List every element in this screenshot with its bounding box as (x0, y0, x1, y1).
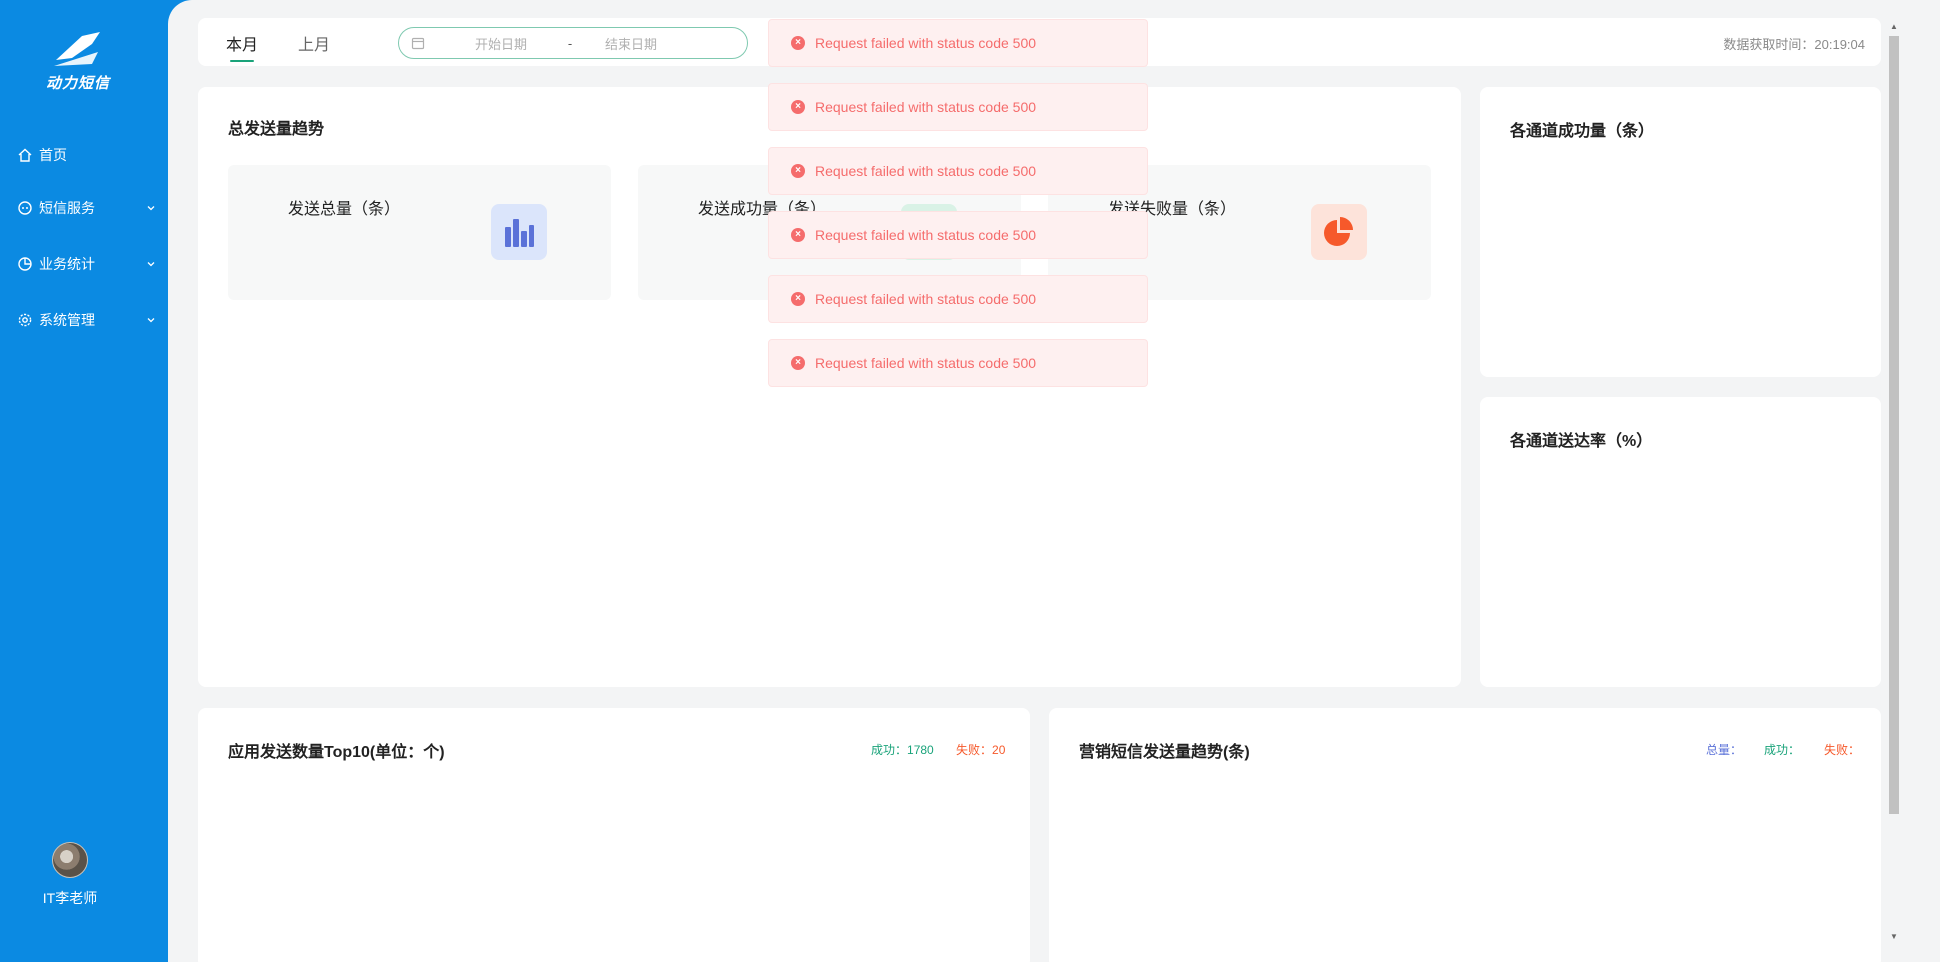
chevron-down-icon (147, 318, 155, 323)
legend-success: 成功：1780 (871, 741, 934, 758)
sidebar-item-label: 短信服务 (39, 200, 95, 216)
sidebar-nav: 首页 短信服务 业务统计 系统管理 (0, 140, 168, 348)
avatar[interactable] (52, 842, 88, 878)
error-icon: × (791, 292, 805, 306)
sidebar: 动力短信 首页 短信服务 业务统计 系统管理 IT李老师 (0, 0, 168, 962)
main-content: 本月 上月 开始日期 - 结束日期 数据获取时间：20:19:04 总发送量趋势… (168, 0, 1940, 962)
error-toast: × Request failed with status code 500 (768, 83, 1148, 131)
scroll-up-arrow-icon[interactable]: ▲ (1889, 22, 1899, 32)
send-trend-title: 总发送量趋势 (228, 121, 325, 138)
pie-chart-icon (17, 256, 33, 272)
error-icon: × (791, 356, 805, 370)
sidebar-item-sms-service[interactable]: 短信服务 (0, 180, 168, 236)
user-profile[interactable]: IT李老师 (0, 842, 140, 908)
error-icon: × (791, 164, 805, 178)
logo-text: 动力短信 (45, 75, 110, 92)
tab-this-month[interactable]: 本月 (226, 31, 258, 62)
sidebar-item-system[interactable]: 系统管理 (0, 292, 168, 348)
toast-message: Request failed with status code 500 (815, 291, 1037, 307)
logo-plane-icon (54, 32, 100, 66)
scrollbar-thumb[interactable] (1889, 36, 1899, 814)
error-toast: × Request failed with status code 500 (768, 275, 1148, 323)
channel-rate-title: 各通道送达率（%） (1510, 433, 1653, 450)
home-icon (17, 147, 33, 163)
toast-message: Request failed with status code 500 (815, 163, 1037, 179)
error-toast: × Request failed with status code 500 (768, 339, 1148, 387)
chevron-down-icon (147, 262, 155, 267)
toast-message: Request failed with status code 500 (815, 355, 1037, 371)
legend-fail: 失败： (1824, 743, 1861, 757)
legend-fail-value: 20 (992, 743, 1006, 757)
date-separator: - (567, 35, 573, 51)
error-icon: × (791, 100, 805, 114)
gear-icon (17, 312, 33, 328)
calendar-icon (411, 37, 425, 50)
channel-success-card: 各通道成功量（条） (1480, 87, 1881, 377)
sidebar-item-label: 业务统计 (39, 256, 95, 272)
legend-total: 总量： (1706, 743, 1743, 757)
top10-title: 应用发送数量Top10(单位：个) (228, 744, 445, 761)
toast-message: Request failed with status code 500 (815, 227, 1037, 243)
legend-success: 成功： (1764, 743, 1801, 757)
pie-chart-icon (1311, 204, 1367, 260)
top10-card: 应用发送数量Top10(单位：个) 成功：1780 失败：20 (198, 708, 1030, 962)
stat-total: 发送总量（条） (228, 165, 611, 300)
sidebar-item-statistics[interactable]: 业务统计 (0, 236, 168, 292)
channel-rate-card: 各通道送达率（%） (1480, 397, 1881, 687)
sidebar-item-home[interactable]: 首页 (0, 140, 168, 170)
error-icon: × (791, 36, 805, 50)
bar-chart-icon (491, 204, 547, 260)
marketing-trend-title: 营销短信发送量趋势(条) (1079, 744, 1250, 761)
error-icon: × (791, 228, 805, 242)
fetch-time: 数据获取时间：20:19:04 (1723, 37, 1865, 52)
error-toast: × Request failed with status code 500 (768, 147, 1148, 195)
message-icon (17, 200, 33, 216)
sidebar-item-label: 系统管理 (39, 312, 95, 328)
marketing-trend-card: 营销短信发送量趋势(条) 总量： 成功： 失败： (1049, 708, 1881, 962)
page-scrollbar[interactable]: ▲ ▼ (1886, 18, 1900, 948)
chevron-down-icon (147, 206, 155, 211)
end-date-input[interactable]: 结束日期 (605, 34, 657, 53)
date-range-picker[interactable]: 开始日期 - 结束日期 (398, 27, 748, 59)
error-toast: × Request failed with status code 500 (768, 211, 1148, 259)
start-date-input[interactable]: 开始日期 (475, 34, 555, 53)
sidebar-item-label: 首页 (39, 147, 67, 163)
legend-fail: 失败：20 (956, 741, 1005, 758)
toast-message: Request failed with status code 500 (815, 99, 1037, 115)
legend-fail-label: 失败： (956, 743, 993, 757)
error-toast: × Request failed with status code 500 (768, 19, 1148, 67)
user-name: IT李老师 (42, 890, 98, 906)
stat-total-label: 发送总量（条） (288, 201, 401, 218)
channel-success-title: 各通道成功量（条） (1510, 123, 1655, 140)
legend-success-value: 1780 (907, 743, 934, 757)
scroll-down-arrow-icon[interactable]: ▼ (1889, 932, 1899, 942)
tab-last-month[interactable]: 上月 (298, 31, 330, 55)
toast-message: Request failed with status code 500 (815, 35, 1037, 51)
app-logo[interactable]: 动力短信 (44, 30, 112, 94)
legend-success-label: 成功： (871, 743, 908, 757)
